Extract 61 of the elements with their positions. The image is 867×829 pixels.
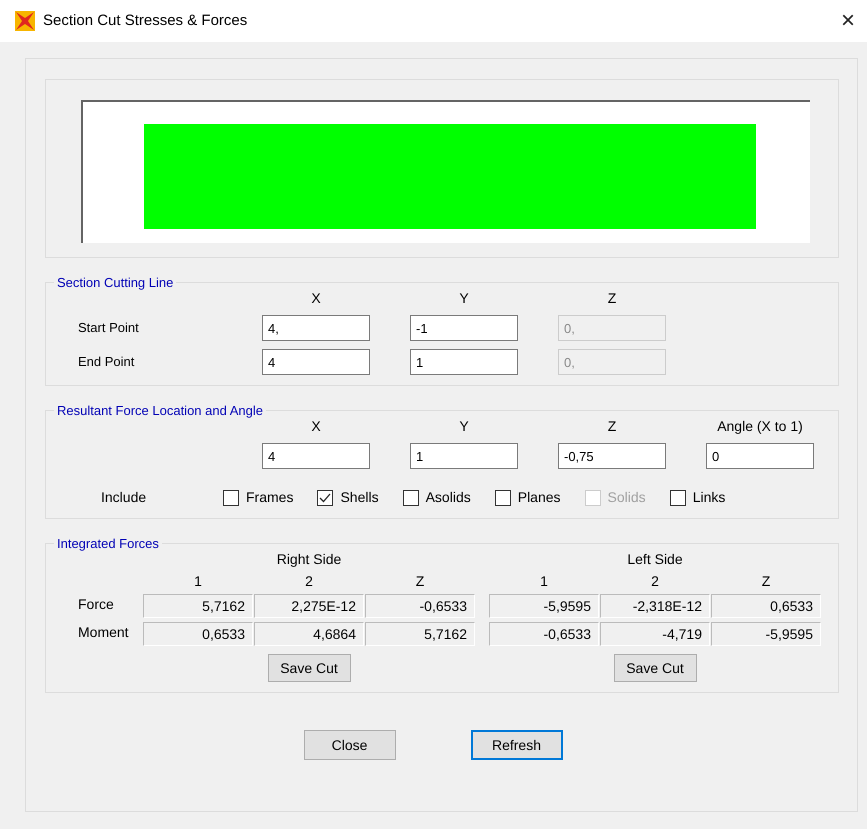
checkbox-label: Links <box>692 488 726 507</box>
column-header: 2 <box>650 572 660 590</box>
input-field[interactable]: 4 <box>262 349 370 375</box>
value-cell: 0,6533 <box>711 594 821 618</box>
column-header: X <box>310 289 322 307</box>
save-cut-button[interactable]: Save Cut <box>614 654 696 682</box>
value-cell: 4,6864 <box>254 622 364 646</box>
side-title: Right Side <box>276 550 342 568</box>
value-cell: 5,7162 <box>365 622 475 646</box>
row-label: Moment <box>78 624 129 640</box>
column-header: Y <box>458 289 470 307</box>
side-title: Left Side <box>627 550 683 568</box>
column-header: 2 <box>304 572 314 590</box>
value-cell: 5,7162 <box>143 594 253 618</box>
input-field[interactable]: -0,75 <box>558 443 666 469</box>
value-cell: 2,275E-12 <box>254 594 364 618</box>
window-title: Section Cut Stresses & Forces <box>43 10 248 31</box>
checkbox-label: Shells <box>340 488 379 507</box>
column-header: Z <box>606 289 618 307</box>
value-cell: 0,6533 <box>143 622 253 646</box>
input-field[interactable]: 4 <box>262 443 370 469</box>
value-cell: -4,719 <box>600 622 710 646</box>
group-title: Resultant Force Location and Angle <box>56 404 264 417</box>
dialog-button[interactable]: Close <box>304 730 396 760</box>
checkbox[interactable] <box>494 490 511 506</box>
value-cell: -0,6533 <box>489 622 599 646</box>
checkbox[interactable] <box>402 490 419 506</box>
column-header: 1 <box>539 572 549 590</box>
input-field[interactable]: 4, <box>262 315 370 341</box>
value-cell: -2,318E-12 <box>600 594 710 618</box>
close-button[interactable]: × <box>840 9 855 33</box>
checkbox-label: Frames <box>246 488 294 507</box>
column-header: X <box>310 417 322 435</box>
row-label: Force <box>78 596 114 612</box>
group-title: Section Cutting Line <box>56 276 174 289</box>
column-header: 1 <box>193 572 203 590</box>
column-header: Angle (X to 1) <box>716 417 804 435</box>
column-header: Z <box>760 572 772 590</box>
checkbox-label: Asolids <box>426 488 471 507</box>
group-title: Integrated Forces <box>56 537 160 550</box>
checkbox[interactable] <box>670 490 686 506</box>
checkbox-label: Solids <box>608 488 646 507</box>
save-cut-button[interactable]: Save Cut <box>268 654 350 682</box>
column-header: Z <box>414 572 426 590</box>
checkbox[interactable] <box>223 490 239 506</box>
dialog-button[interactable]: Refresh <box>470 730 562 760</box>
value-cell: -5,9595 <box>489 594 599 618</box>
include-label: Include <box>101 489 146 505</box>
checkbox[interactable] <box>317 490 334 506</box>
row-label: End Point <box>78 354 134 370</box>
value-cell: -0,6533 <box>365 594 475 618</box>
input-field[interactable]: 0 <box>706 443 814 469</box>
value-cell: -5,9595 <box>711 622 821 646</box>
column-header: Z <box>606 417 618 435</box>
row-label: Start Point <box>78 320 139 336</box>
checkbox-label: Planes <box>518 488 561 507</box>
input-field[interactable]: 1 <box>410 443 518 469</box>
input-field[interactable]: 1 <box>410 349 518 375</box>
app-icon <box>14 10 36 32</box>
input-field[interactable]: -1 <box>410 315 518 341</box>
column-header: Y <box>458 417 470 435</box>
